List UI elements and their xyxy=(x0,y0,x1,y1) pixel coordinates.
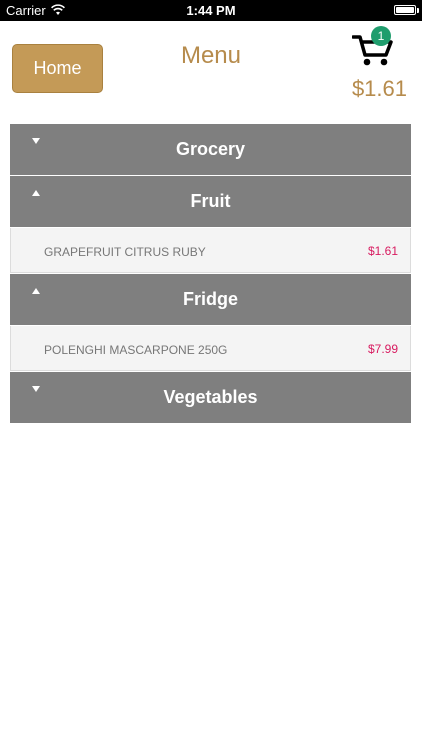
status-bar: Carrier 1:44 PM xyxy=(0,0,422,21)
item-price: $7.99 xyxy=(367,342,398,356)
menu-list: Grocery Fruit GRAPEFRUIT CITRUS RUBY $1.… xyxy=(10,124,411,424)
section-header-grocery[interactable]: Grocery xyxy=(10,124,411,175)
section-title: Vegetables xyxy=(163,387,258,407)
section-header-fridge[interactable]: Fridge xyxy=(10,274,411,325)
section-header-fruit[interactable]: Fruit xyxy=(10,176,411,227)
chevron-down-icon xyxy=(32,138,40,144)
chevron-up-icon xyxy=(32,190,40,196)
section-title: Grocery xyxy=(175,139,246,159)
chevron-down-icon xyxy=(32,386,40,392)
item-name: GRAPEFRUIT CITRUS RUBY xyxy=(44,245,206,259)
list-item[interactable]: POLENGHI MASCARPONE 250G $7.99 xyxy=(10,326,411,371)
cart-total: $1.61 xyxy=(351,76,407,101)
section-title: Fruit xyxy=(190,191,231,211)
status-time: 1:44 PM xyxy=(186,3,236,18)
cart-count: 1 xyxy=(377,29,385,43)
cart-count-badge: 1 xyxy=(371,26,391,46)
battery-tip xyxy=(417,8,419,13)
section-title: Fridge xyxy=(182,289,238,309)
section-header-vegetables[interactable]: Vegetables xyxy=(10,372,411,423)
item-price: $1.61 xyxy=(367,244,398,258)
battery-icon xyxy=(394,5,416,15)
chevron-up-icon xyxy=(32,288,40,294)
item-name: POLENGHI MASCARPONE 250G xyxy=(44,343,228,357)
list-item[interactable]: GRAPEFRUIT CITRUS RUBY $1.61 xyxy=(10,228,411,273)
